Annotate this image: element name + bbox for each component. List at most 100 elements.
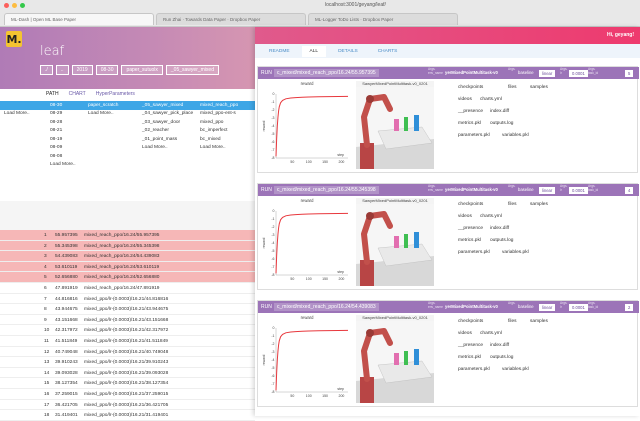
breadcrumb-item[interactable]: 08-30 <box>95 65 119 75</box>
file-link[interactable]: charts.yml <box>480 214 502 219</box>
file-link[interactable]: metrics.pkl <box>458 355 481 360</box>
file-link[interactable]: checkpoints <box>458 202 483 207</box>
breadcrumb-item[interactable]: .. <box>55 65 69 75</box>
tree-row[interactable]: 08-08 <box>0 152 255 161</box>
run-path-link[interactable]: c_mixed/mixed_reach_ppo/16.24/55.345398 <box>274 186 379 194</box>
file-link[interactable]: __presence <box>458 226 483 231</box>
table-row[interactable]: 17 36.421705 mixed_ppo/lr-(0.0003)/16.21/3… <box>0 400 255 411</box>
file-link[interactable]: index.diff <box>490 109 509 114</box>
tree-row[interactable]: Load More.. <box>0 161 255 170</box>
scale-chip[interactable]: linear <box>539 187 556 194</box>
video-thumbnail[interactable]: SawyerMixedPointMultitask-v0_0201 <box>356 198 434 286</box>
table-row[interactable]: 4 53.610119 mixed_reach_ppo/16.24/53.61011… <box>0 261 255 273</box>
tree-row[interactable]: 08-21 _02_reacher bc_imperfect <box>0 127 255 136</box>
address-bar[interactable]: localhost:3001/geyang/leaf/ <box>325 2 386 8</box>
tab-path[interactable]: PATH <box>46 91 59 97</box>
tab-hyperparameters[interactable]: HyperParameters <box>96 91 135 97</box>
table-row[interactable]: 7 44.816816 mixed_ppo/lr-(0.0003)/16.21/44… <box>0 294 255 305</box>
file-link[interactable]: files <box>508 85 517 90</box>
tree-row[interactable]: 08-28 _03_sawyer_door mixed_ppo <box>0 118 255 127</box>
browser-tab[interactable]: ML-Logger ToDo Lists · Dropbox Paper <box>308 13 458 25</box>
breadcrumb-item[interactable]: ./ <box>40 65 53 75</box>
table-row[interactable]: 13 39.910243 mixed_ppo/lr-(0.0003)/16.21/3… <box>0 357 255 368</box>
table-row[interactable]: 3 54.439083 mixed_reach_ppo/16.24/54.43908… <box>0 251 255 262</box>
breadcrumb-item[interactable]: paper_sutuolx <box>121 65 163 75</box>
file-link[interactable]: samples <box>530 85 548 90</box>
table-row[interactable]: 2 55.345398 mixed_reach_ppo/16.24/55.34539… <box>0 240 255 252</box>
browser-tabs: ML-Dash | Open ML Base Paper Run Zhai · … <box>0 13 640 25</box>
file-link[interactable]: index.diff <box>490 226 509 231</box>
file-link[interactable]: variables.pkl <box>502 133 529 138</box>
table-row[interactable]: 15 38.127354 mixed_ppo/lr-(0.0003)/16.21/3… <box>0 378 255 389</box>
tree-row[interactable]: 08-30 paper_scratch _05_sawyer_mixed mixed_… <box>0 101 255 110</box>
file-link[interactable]: variables.pkl <box>502 367 529 372</box>
file-link[interactable]: samples <box>530 202 548 207</box>
app-logo[interactable]: M. <box>6 31 22 47</box>
file-link[interactable]: charts.yml <box>480 97 502 102</box>
y-tick-label: -6 <box>271 257 274 261</box>
tab-all[interactable]: ALL <box>301 45 327 57</box>
file-link[interactable]: videos <box>458 97 472 102</box>
video-thumbnail[interactable]: SawyerMixedPointMultitask-v0_0201 <box>356 81 434 169</box>
file-link[interactable]: outputs.log <box>490 355 513 360</box>
user-greeting[interactable]: Hi, geyang! <box>607 32 634 38</box>
file-link[interactable]: files <box>508 202 517 207</box>
file-link[interactable]: metrics.pkl <box>458 238 481 243</box>
thumbnail-title: SawyerMixedPointMultitask-v0_0201 <box>362 81 428 86</box>
file-link[interactable]: files <box>508 319 517 324</box>
tab-chart[interactable]: CHART <box>69 91 86 97</box>
tab-charts[interactable]: CHARTS <box>370 46 406 57</box>
table-row[interactable]: 11 41.511849 mixed_ppo/lr-(0.0003)/16.21/4… <box>0 336 255 347</box>
file-link[interactable]: __presence <box>458 109 483 114</box>
file-link[interactable]: outputs.log <box>490 121 513 126</box>
file-link[interactable]: checkpoints <box>458 85 483 90</box>
video-thumbnail[interactable]: SawyerMixedPointMultitask-v0_0201 <box>356 315 434 403</box>
breadcrumb-item[interactable]: 2019 <box>71 65 93 75</box>
tree-row[interactable]: Load More.. 08-29 Load More.. _04_sawyer_pi… <box>0 110 255 119</box>
table-row[interactable]: 16 37.259015 mixed_ppo/lr-(0.0003)/16.21/3… <box>0 389 255 400</box>
x-tick-label: 50 <box>290 394 294 398</box>
file-link[interactable]: samples <box>530 319 548 324</box>
table-row[interactable]: 14 39.093028 mixed_ppo/lr-(0.0003)/16.21/3… <box>0 368 255 379</box>
file-link[interactable]: parameters.pkl <box>458 133 490 138</box>
tab-details[interactable]: DETAILS <box>330 46 366 57</box>
maximize-window-icon[interactable] <box>20 2 25 8</box>
browser-tab[interactable]: ML-Dash | Open ML Base Paper <box>4 13 154 25</box>
table-cell: 17 <box>44 402 50 408</box>
minimize-window-icon[interactable] <box>12 2 17 8</box>
table-row[interactable]: 9 43.151668 mixed_ppo/lr-(0.0003)/16.21/43… <box>0 315 255 326</box>
file-link[interactable]: outputs.log <box>490 238 513 243</box>
file-link[interactable]: parameters.pkl <box>458 250 490 255</box>
file-link[interactable]: videos <box>458 331 472 336</box>
tab-readme[interactable]: README <box>261 46 298 57</box>
file-link[interactable]: __presence <box>458 343 483 348</box>
close-window-icon[interactable] <box>4 2 9 8</box>
table-row[interactable]: 12 40.749048 mixed_ppo/lr-(0.0003)/16.21/4… <box>0 347 255 358</box>
table-row[interactable]: 5 52.656880 mixed_reach_ppo/16.24/52.65688… <box>0 272 255 283</box>
file-link[interactable]: videos <box>458 214 472 219</box>
table-cell: 3 <box>44 254 47 260</box>
table-cell: 38.127354 <box>55 381 78 387</box>
table-cell: 43.944675 <box>55 307 78 313</box>
y-axis-label: reward <box>262 355 266 366</box>
table-row[interactable]: 18 31.419401 mixed_ppo/lr-(0.0003)/16.21/3… <box>0 410 255 421</box>
file-link[interactable]: metrics.pkl <box>458 121 481 126</box>
scale-chip[interactable]: linear <box>539 304 556 311</box>
scale-chip[interactable]: linear <box>539 70 556 77</box>
file-link[interactable]: index.diff <box>490 343 509 348</box>
file-link[interactable]: charts.yml <box>480 331 502 336</box>
file-link[interactable]: parameters.pkl <box>458 367 490 372</box>
tree-row[interactable]: 08-19 _01_point_mass bc_mixed <box>0 135 255 144</box>
table-row[interactable]: 10 42.317972 mixed_ppo/lr-(0.0003)/16.21/4… <box>0 325 255 336</box>
run-path-link[interactable]: c_mixed/mixed_reach_ppo/16.24/55.957395 <box>274 69 379 77</box>
table-row[interactable]: 1 55.957395 mixed_reach_ppo/16.24/55.95739… <box>0 230 255 241</box>
file-link[interactable]: checkpoints <box>458 319 483 324</box>
table-row[interactable]: 8 43.944675 mixed_ppo/lr-(0.0003)/16.21/43… <box>0 304 255 315</box>
file-link[interactable]: variables.pkl <box>502 250 529 255</box>
browser-tab[interactable]: Run Zhai · Towards Data Paper · Dropbox … <box>156 13 306 25</box>
table-row[interactable]: 6 47.891919 mixed_reach_ppo/16.24/47.89191… <box>0 283 255 294</box>
tree-row[interactable]: 08-09 Load More.. Load More.. <box>0 144 255 153</box>
y-tick-label: -3 <box>271 116 274 120</box>
run-path-link[interactable]: c_mixed/mixed_reach_ppo/16.24/54.439083 <box>274 303 379 311</box>
breadcrumb-item[interactable]: _05_sawyer_mixed <box>165 65 219 75</box>
